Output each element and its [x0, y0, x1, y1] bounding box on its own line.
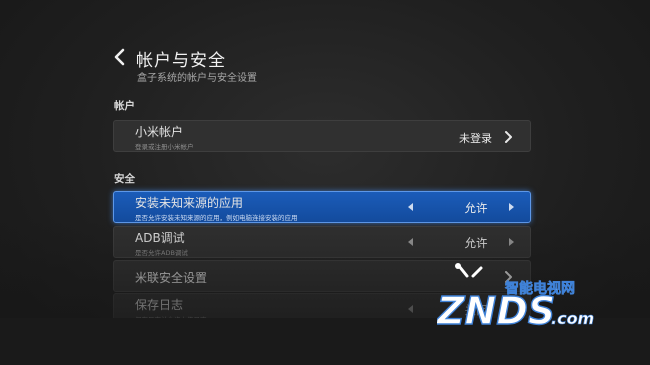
row-hint: 登录或注册小米帐户 [135, 143, 194, 151]
section-header-account: 帐户 [114, 100, 135, 112]
adb-debug-row[interactable]: ADB调试 是否允许ADB调试 允许 [113, 226, 531, 258]
chevron-right-icon [505, 131, 512, 143]
setting-value: 允许 [464, 201, 488, 215]
back-arrow-icon[interactable] [112, 47, 128, 67]
row-label: 保存日志 [135, 298, 184, 312]
svg-text:ZNDS: ZNDS [437, 289, 555, 333]
row-label: 小米帐户 [135, 125, 184, 139]
page-subtitle: 盒子系统的帐户与安全设置 [137, 73, 257, 84]
row-hint: 是否允许安装未知来源的应用，例如电脑连接安装的应用 [135, 214, 298, 222]
setting-value: 允许 [464, 236, 488, 250]
znds-watermark-logo: 智能电视网 ZNDS .com [437, 263, 595, 334]
unknown-sources-row[interactable]: 安装未知来源的应用 是否允许安装未知来源的应用，例如电脑连接安装的应用 允许 [113, 191, 531, 223]
login-status-value: 未登录 [459, 132, 492, 145]
svg-text:.com: .com [551, 309, 594, 328]
arrow-left-icon[interactable] [407, 237, 414, 247]
row-label: 米联安全设置 [135, 271, 208, 285]
xiaomi-account-row[interactable]: 小米帐户 登录或注册小米帐户 未登录 [113, 120, 531, 152]
row-label: ADB调试 [135, 231, 185, 245]
arrow-right-icon[interactable] [508, 237, 515, 247]
row-label: 安装未知来源的应用 [135, 196, 244, 210]
arrow-left-icon[interactable] [407, 202, 414, 212]
row-hint: 是否允许ADB调试 [135, 249, 188, 257]
arrow-left-icon[interactable] [407, 304, 414, 314]
section-header-security: 安全 [114, 173, 135, 185]
page-title: 帐户与安全 [136, 51, 226, 71]
arrow-right-icon[interactable] [508, 202, 515, 212]
